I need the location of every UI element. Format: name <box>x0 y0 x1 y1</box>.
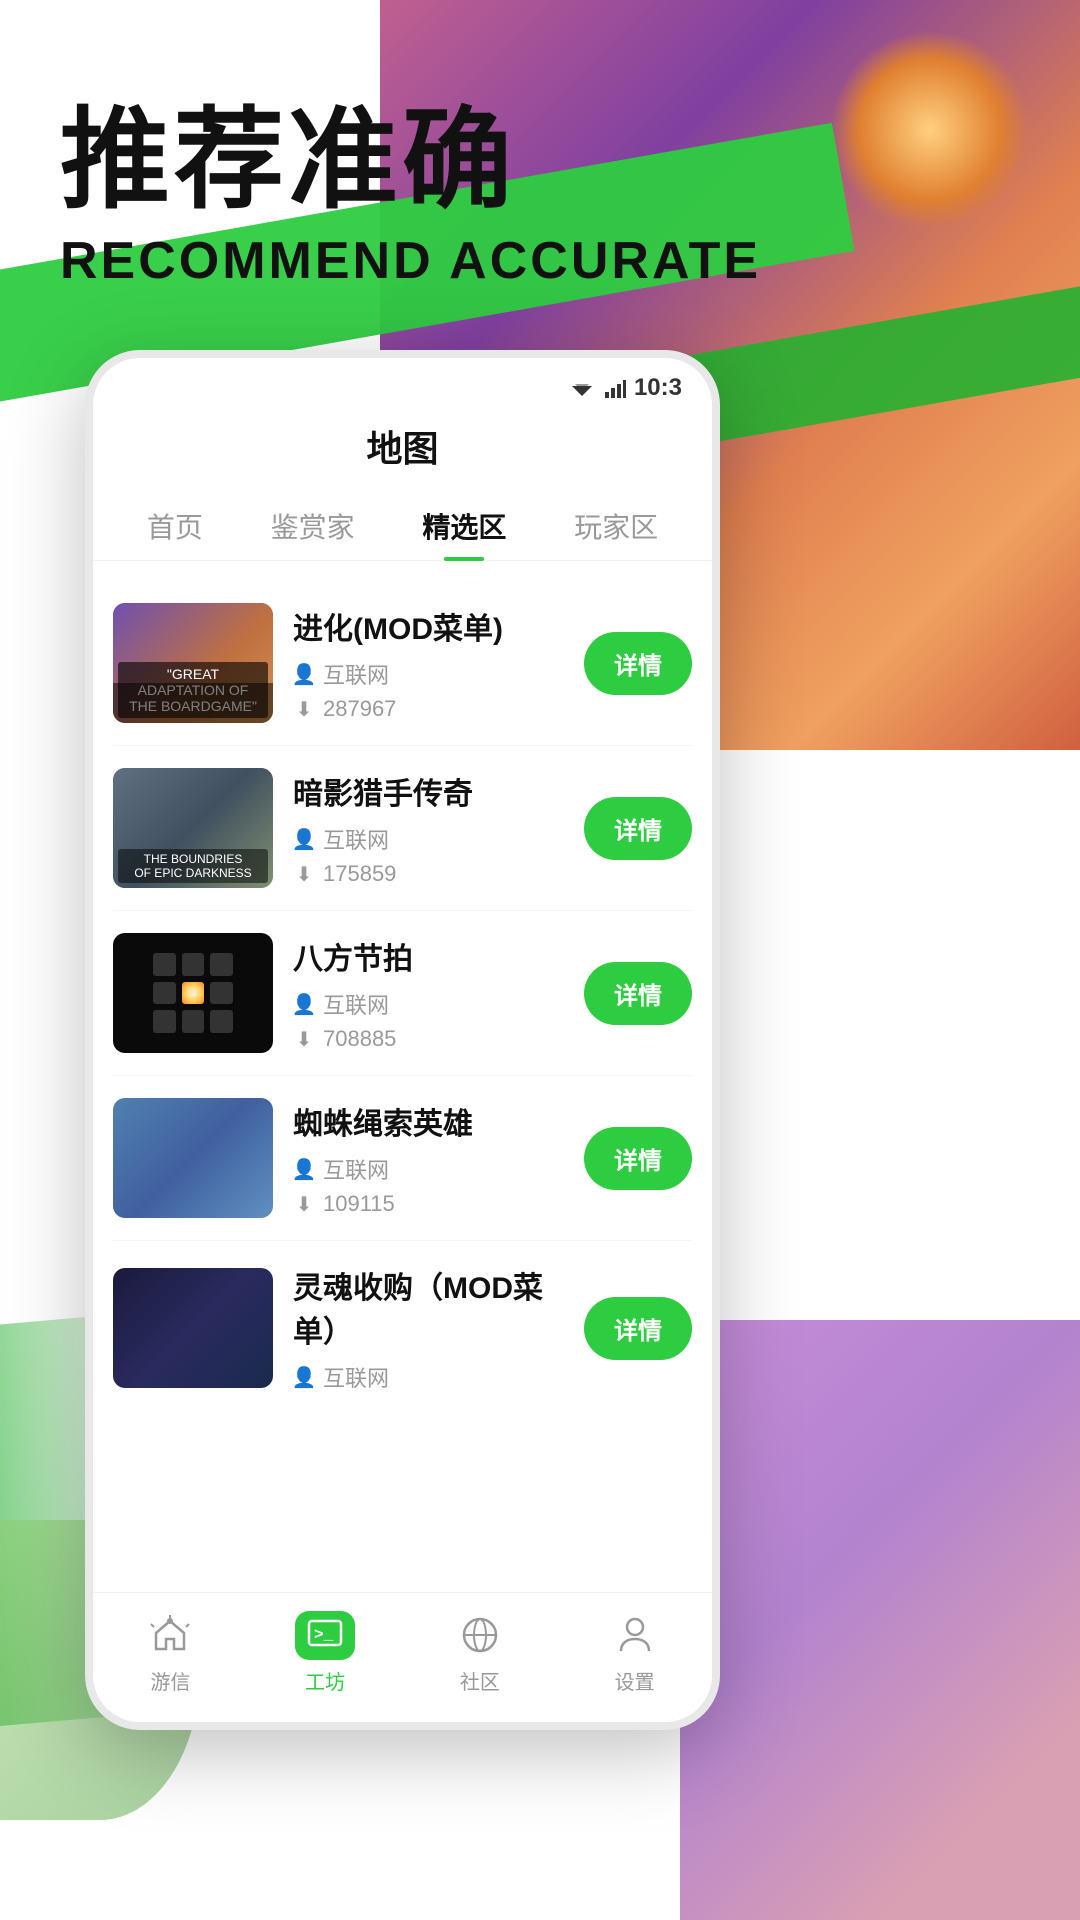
game-downloads-row: ⬇ 708885 <box>293 1026 564 1052</box>
game-title: 进化(MOD菜单) <box>293 604 564 648</box>
list-item: 八方节拍 👤 互联网 ⬇ 708885 详情 <box>113 911 692 1076</box>
settings-icon <box>610 1610 660 1660</box>
hero-chinese-text: 推荐准确 <box>60 100 761 221</box>
game-info: 八方节拍 👤 互联网 ⬇ 708885 <box>293 934 564 1052</box>
game-source: 互联网 <box>323 658 389 690</box>
tab-navigation: 首页 鉴赏家 精选区 玩家区 <box>93 492 712 561</box>
game-meta: 👤 互联网 ⬇ 109115 <box>293 1153 564 1217</box>
game-title: 八方节拍 <box>293 934 564 978</box>
game-title: 蜘蛛绳索英雄 <box>293 1099 564 1143</box>
nav-label-youxin: 游信 <box>150 1666 190 1695</box>
game-downloads: 287967 <box>323 696 396 722</box>
download-icon: ⬇ <box>293 1193 315 1215</box>
game-source-row: 👤 互联网 <box>293 1153 564 1185</box>
detail-button[interactable]: 详情 <box>584 797 692 860</box>
person-icon: 👤 <box>293 1366 315 1388</box>
detail-button[interactable]: 详情 <box>584 1297 692 1360</box>
download-icon: ⬇ <box>293 698 315 720</box>
game-title: 暗影猎手传奇 <box>293 769 564 813</box>
game-source-row: 👤 互联网 <box>293 988 564 1020</box>
person-icon: 👤 <box>293 828 315 850</box>
game-info: 暗影猎手传奇 👤 互联网 ⬇ 175859 <box>293 769 564 887</box>
list-item: 灵魂收购（MOD菜单） 👤 互联网 详情 <box>113 1241 692 1415</box>
signal-icon <box>604 378 626 398</box>
game-title: 灵魂收购（MOD菜单） <box>293 1263 564 1351</box>
tab-home[interactable]: 首页 <box>127 492 223 560</box>
detail-button[interactable]: 详情 <box>584 1127 692 1190</box>
game-thumbnail <box>113 933 273 1053</box>
game-downloads-row: ⬇ 175859 <box>293 861 564 887</box>
game-source: 互联网 <box>323 988 389 1020</box>
game-info: 蜘蛛绳索英雄 👤 互联网 ⬇ 109115 <box>293 1099 564 1217</box>
bottom-navigation: 游信 >_ 工坊 社区 <box>93 1592 712 1722</box>
tab-featured[interactable]: 精选区 <box>402 492 526 560</box>
game-source: 互联网 <box>323 1153 389 1185</box>
download-icon: ⬇ <box>293 863 315 885</box>
detail-button[interactable]: 详情 <box>584 962 692 1025</box>
person-icon: 👤 <box>293 993 315 1015</box>
list-item: "GREAT ADAPTATION OF THE BOARDGAME" 进化(M… <box>113 581 692 746</box>
community-icon <box>455 1610 505 1660</box>
nav-item-community[interactable]: 社区 <box>455 1610 505 1695</box>
nav-item-settings[interactable]: 设置 <box>610 1610 660 1695</box>
game-downloads: 109115 <box>323 1191 395 1217</box>
tab-connoisseur[interactable]: 鉴赏家 <box>251 492 375 560</box>
hero-section: 推荐准确 RECOMMEND ACCURATE <box>60 100 761 291</box>
game-downloads-row: ⬇ 287967 <box>293 696 564 722</box>
game-source-row: 👤 互联网 <box>293 1361 564 1393</box>
nav-label-community: 社区 <box>460 1666 500 1695</box>
svg-text:>_: >_ <box>314 1626 334 1644</box>
grid-pattern <box>153 953 233 1033</box>
game-meta: 👤 互联网 ⬇ 287967 <box>293 658 564 722</box>
nav-item-youxin[interactable]: 游信 <box>145 1610 195 1695</box>
game-downloads-row: ⬇ 109115 <box>293 1191 564 1217</box>
game-source-row: 👤 互联网 <box>293 658 564 690</box>
download-icon: ⬇ <box>293 1028 315 1050</box>
detail-button[interactable]: 详情 <box>584 632 692 695</box>
game-source-row: 👤 互联网 <box>293 823 564 855</box>
nav-label-workshop: 工坊 <box>305 1666 345 1695</box>
game-thumbnail <box>113 1268 273 1388</box>
bg-game-art-bottom <box>680 1320 1080 1920</box>
game-meta: 👤 互联网 <box>293 1361 564 1393</box>
person-icon: 👤 <box>293 1158 315 1180</box>
list-item: THE BOUNDRIESOF EPIC DARKNESS 暗影猎手传奇 👤 互… <box>113 746 692 911</box>
hero-english-text: RECOMMEND ACCURATE <box>60 231 761 291</box>
home-icon <box>145 1610 195 1660</box>
game-thumbnail: THE BOUNDRIESOF EPIC DARKNESS <box>113 768 273 888</box>
nav-item-workshop[interactable]: >_ 工坊 <box>300 1610 350 1695</box>
game-meta: 👤 互联网 ⬇ 175859 <box>293 823 564 887</box>
person-icon: 👤 <box>293 663 315 685</box>
wifi-icon <box>568 378 596 398</box>
game-thumbnail: "GREAT ADAPTATION OF THE BOARDGAME" <box>113 603 273 723</box>
game-source: 互联网 <box>323 823 389 855</box>
game-downloads: 708885 <box>323 1026 396 1052</box>
workshop-icon: >_ <box>300 1610 350 1660</box>
game-info: 进化(MOD菜单) 👤 互联网 ⬇ 287967 <box>293 604 564 722</box>
time-display: 10:3 <box>634 374 682 402</box>
game-meta: 👤 互联网 ⬇ 708885 <box>293 988 564 1052</box>
game-source: 互联网 <box>323 1361 389 1393</box>
nav-label-settings: 设置 <box>615 1666 655 1695</box>
list-item: 蜘蛛绳索英雄 👤 互联网 ⬇ 109115 详情 <box>113 1076 692 1241</box>
game-thumbnail <box>113 1098 273 1218</box>
game-list: "GREAT ADAPTATION OF THE BOARDGAME" 进化(M… <box>93 581 712 1415</box>
status-bar: 10:3 <box>93 358 712 410</box>
game-downloads: 175859 <box>323 861 396 887</box>
app-title: 地图 <box>93 410 712 492</box>
game-info: 灵魂收购（MOD菜单） 👤 互联网 <box>293 1263 564 1393</box>
phone-mockup: 10:3 地图 首页 鉴赏家 精选区 玩家区 "GREAT ADAPTATION… <box>85 350 720 1730</box>
status-icons: 10:3 <box>568 374 682 402</box>
tab-player[interactable]: 玩家区 <box>554 492 678 560</box>
